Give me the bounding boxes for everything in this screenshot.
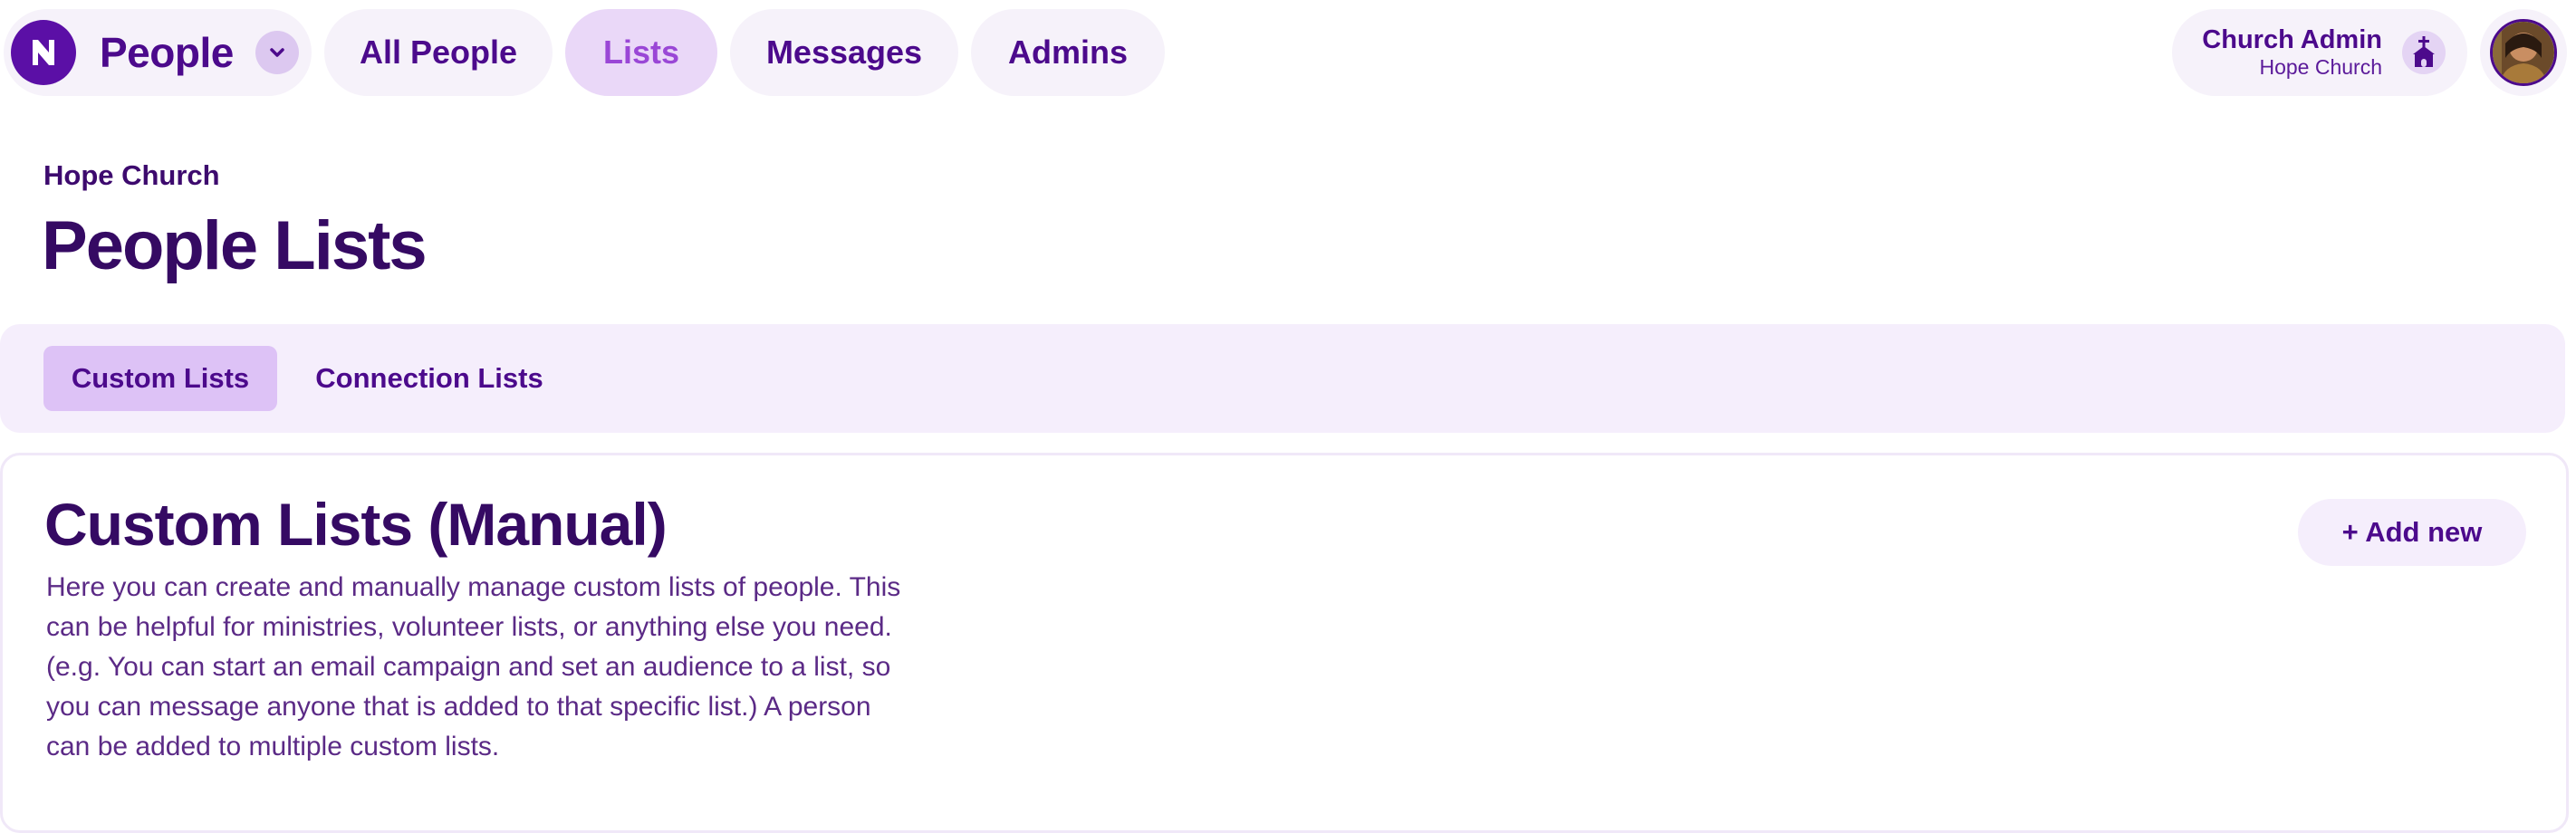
chevron-down-icon[interactable] (255, 31, 299, 74)
account-info: Church Admin Hope Church (2202, 27, 2382, 78)
nav-all-people[interactable]: All People (324, 9, 553, 96)
nav-lists[interactable]: Lists (565, 9, 717, 96)
account-role: Church Admin (2202, 25, 2382, 54)
section-title: Custom Lists (Manual) (44, 491, 668, 558)
section-description: Here you can create and manually manage … (46, 572, 901, 761)
add-new-button[interactable]: + Add new (2298, 499, 2526, 566)
church-icon (2402, 31, 2446, 74)
app-name: People (100, 29, 234, 76)
user-avatar (2490, 19, 2557, 86)
custom-lists-card: Custom Lists (Manual) Here you can creat… (0, 453, 2569, 833)
tab-custom-lists[interactable]: Custom Lists (43, 346, 277, 411)
app-logo-icon (11, 20, 76, 85)
organization-name: Hope Church (43, 159, 220, 191)
user-menu[interactable] (2480, 9, 2567, 96)
app-switcher[interactable]: People (4, 9, 312, 96)
nav-messages[interactable]: Messages (730, 9, 958, 96)
account-org: Hope Church (2259, 55, 2382, 79)
nav-admins[interactable]: Admins (971, 9, 1165, 96)
page-title: People Lists (42, 207, 428, 284)
tab-connection-lists[interactable]: Connection Lists (299, 346, 560, 411)
top-navigation: People All People Lists Messages Admins … (0, 0, 2576, 105)
list-type-tabs: Custom Lists Connection Lists (0, 324, 2565, 433)
account-switcher[interactable]: Church Admin Hope Church (2172, 9, 2467, 96)
